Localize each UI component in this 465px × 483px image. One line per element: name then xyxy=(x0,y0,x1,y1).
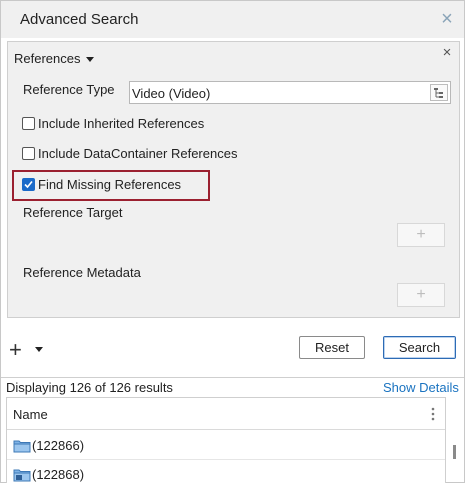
checkbox-box[interactable] xyxy=(22,116,35,130)
include-datacontainer-checkbox[interactable]: Include DataContainer References xyxy=(22,144,237,162)
chevron-down-icon xyxy=(86,57,95,63)
list-item[interactable]: (122866) xyxy=(7,432,445,460)
find-missing-checkbox[interactable]: Find Missing References xyxy=(22,175,181,193)
checkmark-icon xyxy=(24,180,33,188)
add-reference-target-button[interactable]: + xyxy=(397,223,445,247)
include-inherited-checkbox[interactable]: Include Inherited References xyxy=(22,114,204,132)
show-details-link[interactable]: Show Details xyxy=(383,380,459,395)
divider xyxy=(1,377,464,378)
column-menu-icon[interactable] xyxy=(430,406,436,422)
add-criteria-button[interactable]: + xyxy=(9,339,22,361)
video-folder-icon xyxy=(13,468,31,483)
tree-picker-button[interactable] xyxy=(430,84,448,101)
results-summary: Displaying 126 of 126 results xyxy=(6,380,173,395)
scrollbar-thumb[interactable] xyxy=(453,445,456,459)
references-panel: References × Reference Type Video (Video… xyxy=(7,41,460,318)
checkbox-label: Find Missing References xyxy=(38,176,182,192)
references-dropdown[interactable]: References xyxy=(14,51,95,66)
checkbox-box[interactable] xyxy=(22,146,35,160)
reference-target-label: Reference Target xyxy=(23,205,123,220)
reference-type-label: Reference Type xyxy=(23,82,115,97)
results-list: Name (122866) (122868) xyxy=(6,397,446,483)
reference-type-field[interactable]: Video (Video) xyxy=(129,81,451,104)
add-reference-metadata-button[interactable]: + xyxy=(397,283,445,307)
close-icon[interactable]: × xyxy=(440,45,454,60)
search-button[interactable]: Search xyxy=(383,336,456,359)
chevron-down-icon[interactable] xyxy=(35,347,43,352)
references-label: References xyxy=(14,51,81,66)
list-header: Name xyxy=(7,398,445,430)
close-icon[interactable]: × xyxy=(438,9,456,29)
checkbox-label: Include DataContainer References xyxy=(38,145,238,161)
reference-metadata-label: Reference Metadata xyxy=(23,265,141,280)
list-item[interactable]: (122868) xyxy=(7,461,445,483)
list-item-label: (122866) xyxy=(32,438,85,453)
list-item-label: (122868) xyxy=(32,467,85,482)
reference-type-value: Video (Video) xyxy=(132,86,211,101)
scrollbar[interactable] xyxy=(448,431,462,483)
folder-icon xyxy=(13,439,31,456)
checkbox-label: Include Inherited References xyxy=(38,115,205,131)
title-bar: Advanced Search × xyxy=(1,1,464,38)
checkbox-box[interactable] xyxy=(22,177,35,191)
advanced-search-window: Advanced Search × References × Reference… xyxy=(0,0,465,483)
column-header-name[interactable]: Name xyxy=(13,407,48,422)
window-title: Advanced Search xyxy=(20,11,139,28)
reset-button[interactable]: Reset xyxy=(299,336,365,359)
tree-icon xyxy=(434,88,443,98)
